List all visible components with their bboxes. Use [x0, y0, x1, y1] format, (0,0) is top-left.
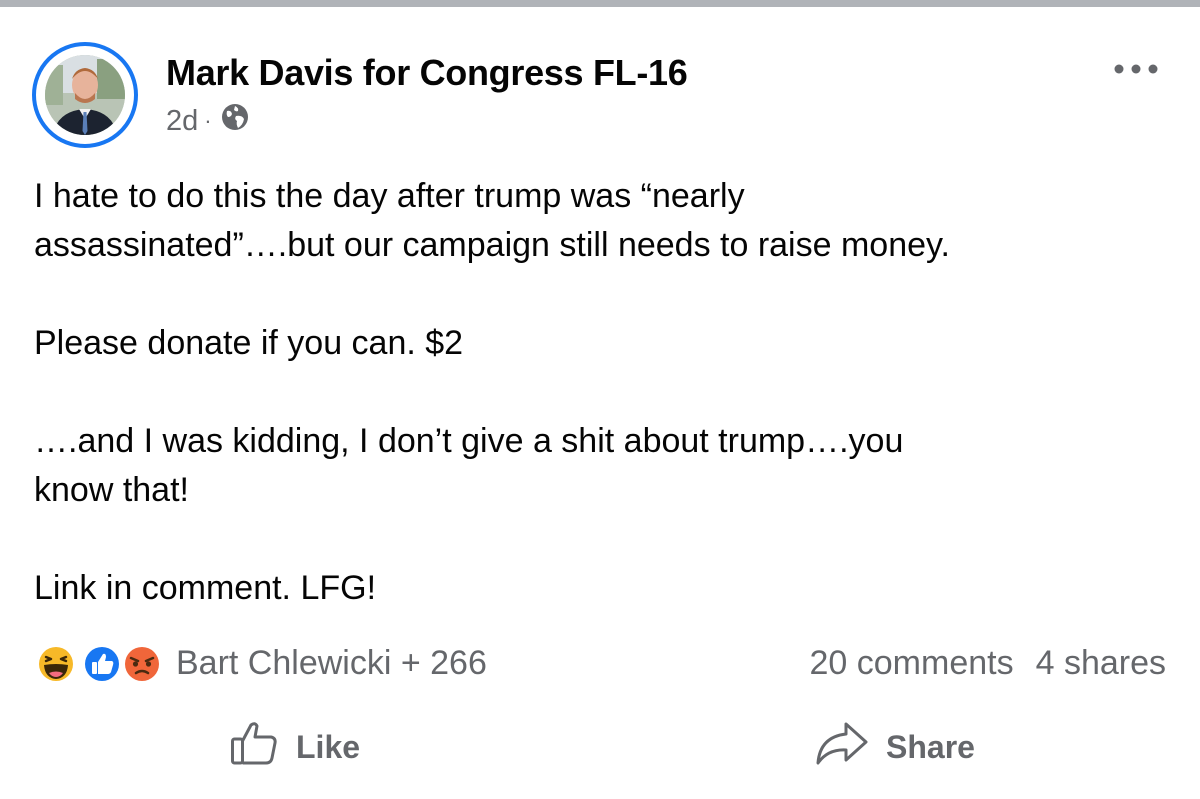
share-arrow-icon: [814, 719, 870, 775]
post-meta: 2d ·: [166, 102, 250, 140]
more-options-icon: [1113, 62, 1159, 80]
like-button[interactable]: Like: [230, 712, 360, 782]
post-text-line: assassinated”….but our campaign still ne…: [34, 226, 950, 264]
share-label: Share: [886, 728, 975, 765]
top-divider: [0, 0, 1200, 7]
angry-reaction-icon: [122, 644, 162, 684]
post-text-line: I hate to do this the day after trump wa…: [34, 177, 745, 215]
share-button[interactable]: Share: [814, 712, 975, 782]
post-text-line: Link in comment. LFG!: [34, 569, 377, 607]
post-text-line: ….and I was kidding, I don’t give a shit…: [34, 422, 904, 460]
shares-count[interactable]: 4 shares: [1036, 644, 1166, 683]
page-title[interactable]: Mark Davis for Congress FL-16: [166, 52, 688, 94]
thumbs-up-icon: [230, 720, 280, 774]
like-reaction-icon: [82, 644, 122, 684]
like-label: Like: [296, 728, 361, 765]
post-text: I hate to do this the day after trump wa…: [34, 172, 1174, 613]
reaction-icons[interactable]: [32, 642, 172, 686]
reactions-summary: Bart Chlewicki + 266 20 comments 4 share…: [32, 636, 1168, 692]
post-actions: Like Share: [0, 712, 1200, 782]
more-options-button[interactable]: [1110, 54, 1162, 88]
meta-separator: ·: [204, 108, 212, 133]
reaction-names[interactable]: Bart Chlewicki + 266: [176, 644, 487, 683]
comments-count[interactable]: 20 comments: [810, 644, 1014, 683]
profile-avatar-ring[interactable]: [32, 42, 138, 148]
post-timestamp[interactable]: 2d: [166, 105, 198, 138]
post-text-line: know that!: [34, 471, 189, 509]
post-text-line: Please donate if you can. $2: [34, 324, 464, 362]
globe-icon: [220, 102, 250, 140]
post-header: Mark Davis for Congress FL-16 2d ·: [32, 40, 1168, 155]
avatar[interactable]: [45, 55, 125, 135]
laughing-reaction-icon: [36, 644, 76, 684]
engagement-counts: 20 comments 4 shares: [810, 644, 1167, 683]
